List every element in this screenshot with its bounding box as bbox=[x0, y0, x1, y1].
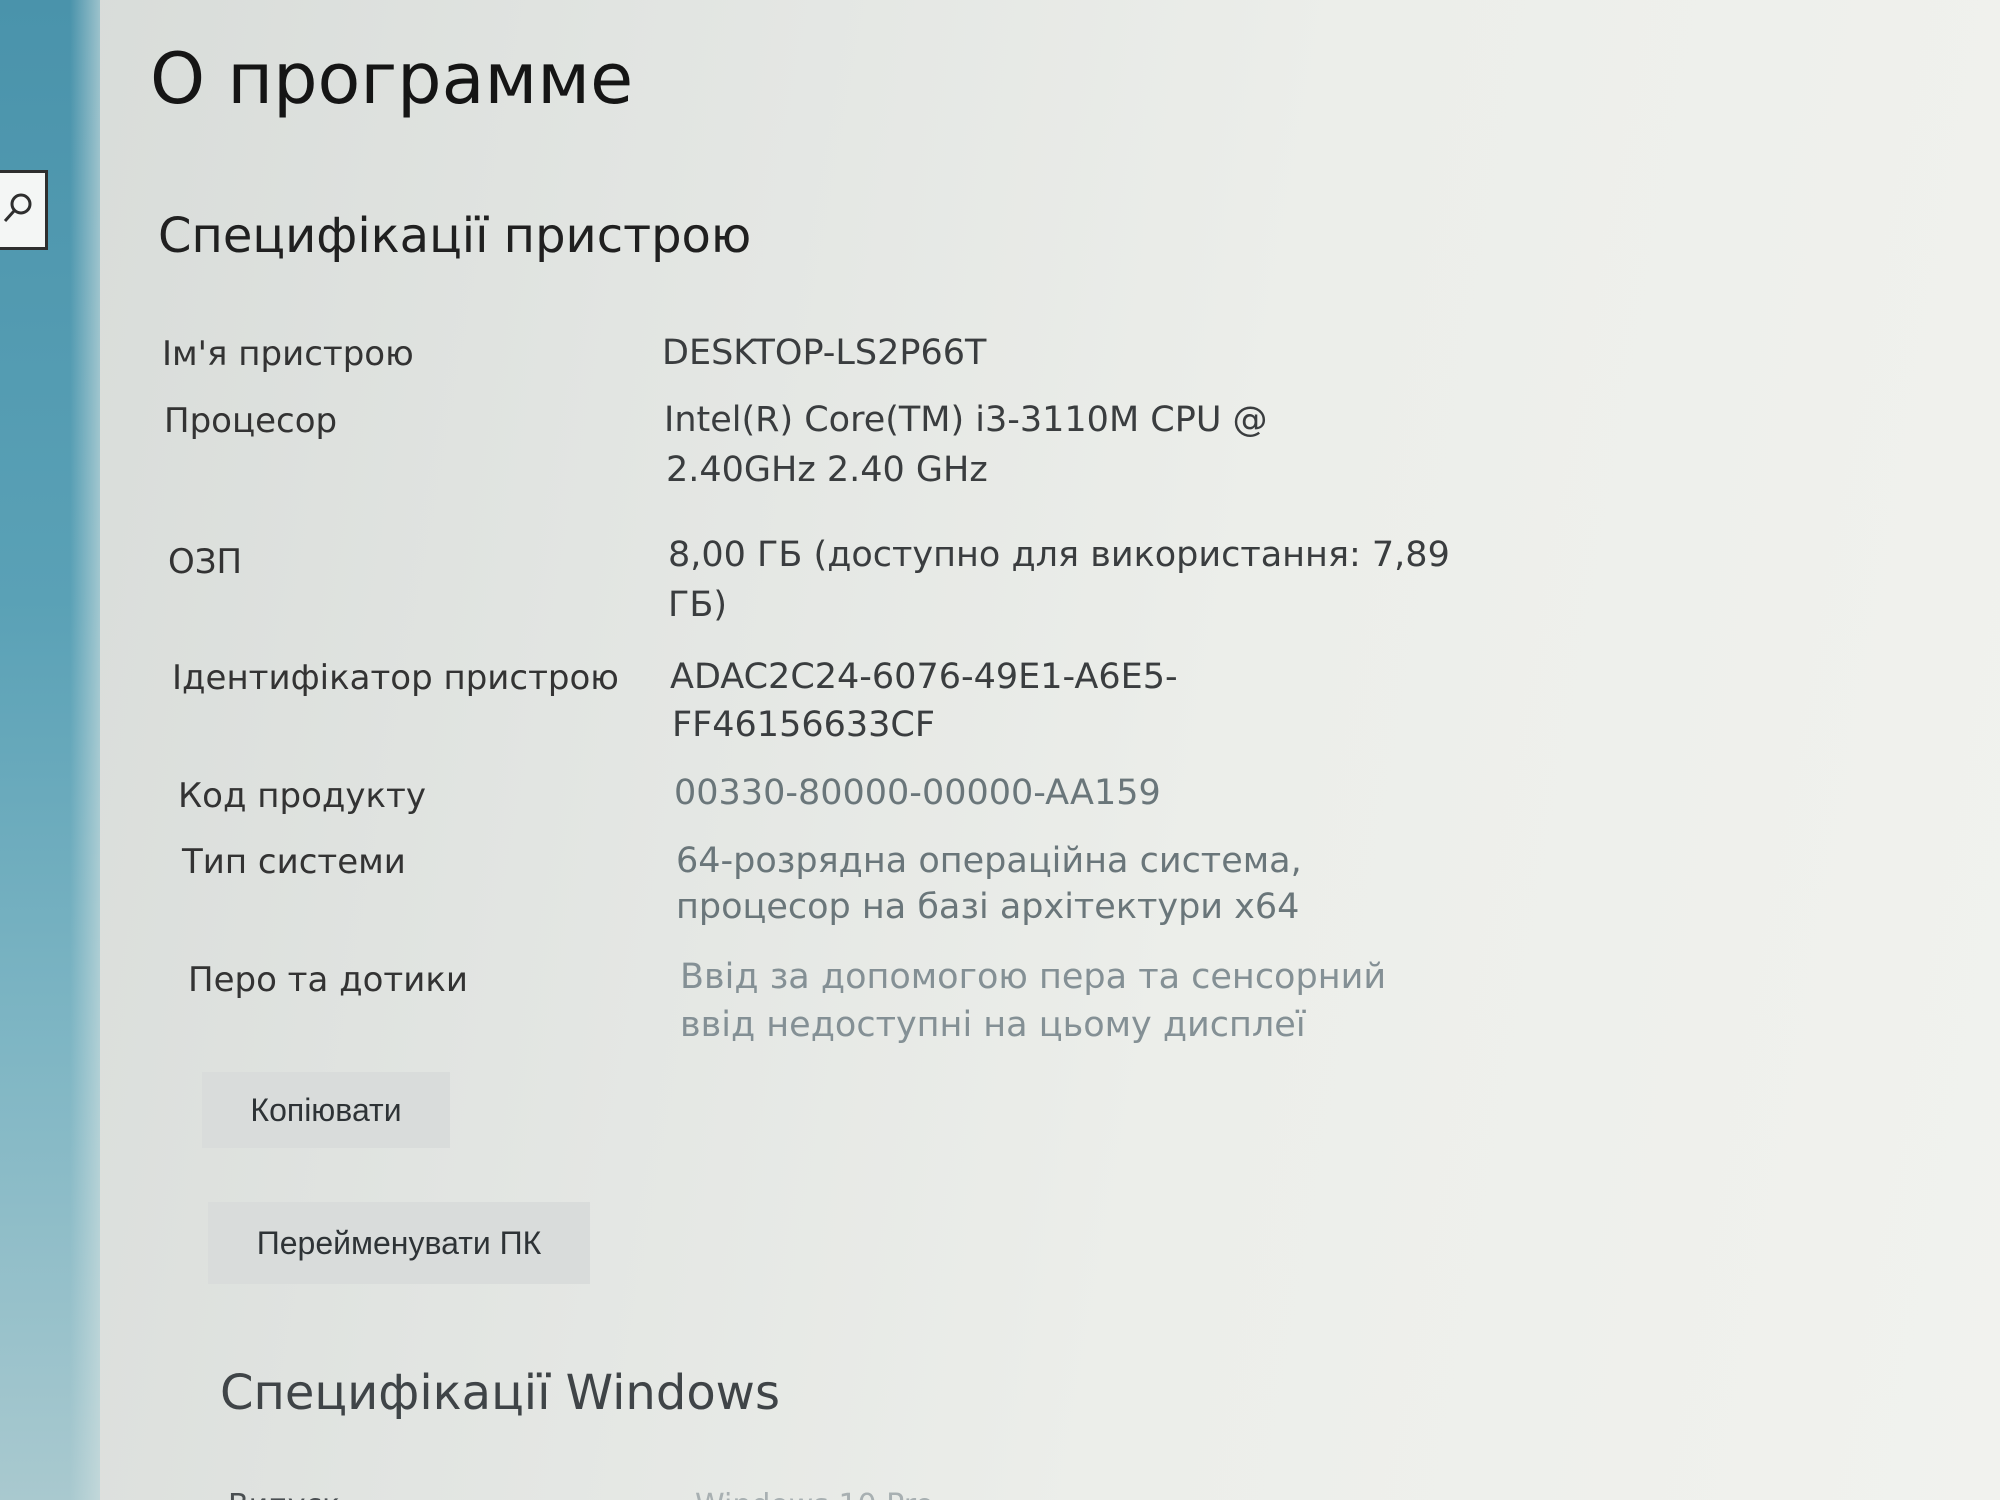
spec-label: Ім'я пристрою bbox=[162, 334, 414, 374]
search-icon bbox=[0, 190, 37, 230]
spec-value: Intel(R) Core(TM) i3-3110M CPU @ bbox=[664, 400, 1268, 440]
spec-value: 00330-80000-00000-AA159 bbox=[674, 773, 1161, 813]
spec-value: процесор на базі архітектури x64 bbox=[676, 887, 1300, 927]
spec-value: DESKTOP-LS2P66T bbox=[662, 333, 987, 373]
rename-pc-button[interactable]: Перейменувати ПК bbox=[208, 1202, 590, 1284]
search-box[interactable] bbox=[0, 170, 48, 250]
windows-specs-heading: Специфікації Windows bbox=[220, 1365, 780, 1421]
page-title: О программе bbox=[150, 38, 634, 120]
edition-label: Випуск bbox=[228, 1488, 340, 1500]
spec-label: Ідентифікатор пристрою bbox=[172, 658, 619, 698]
spec-value: 8,00 ГБ (доступно для використання: 7,89 bbox=[668, 535, 1450, 575]
spec-label: Перо та дотики bbox=[188, 960, 468, 1000]
spec-label: Тип системи bbox=[182, 842, 406, 882]
spec-label: Процесор bbox=[164, 401, 338, 441]
spec-label: ОЗП bbox=[168, 542, 243, 582]
copy-button[interactable]: Копіювати bbox=[202, 1072, 450, 1148]
spec-value: ГБ) bbox=[668, 585, 728, 625]
spec-value: 64-розрядна операційна система, bbox=[676, 841, 1302, 881]
settings-window: О программе Специфікації пристрою Ім'я п… bbox=[0, 0, 2000, 1500]
spec-label: Код продукту bbox=[178, 776, 426, 816]
spec-value: Ввід за допомогою пера та сенсорний bbox=[680, 957, 1387, 997]
spec-value: FF46156633CF bbox=[672, 705, 935, 745]
device-specs-heading: Специфікації пристрою bbox=[158, 208, 752, 264]
edition-value: Windows 10 Pro bbox=[695, 1488, 934, 1500]
spec-value: ввід недоступні на цьому дисплеї bbox=[680, 1005, 1306, 1045]
spec-value: ADAC2C24-6076-49E1-A6E5- bbox=[670, 657, 1178, 697]
spec-value: 2.40GHz 2.40 GHz bbox=[666, 450, 988, 490]
